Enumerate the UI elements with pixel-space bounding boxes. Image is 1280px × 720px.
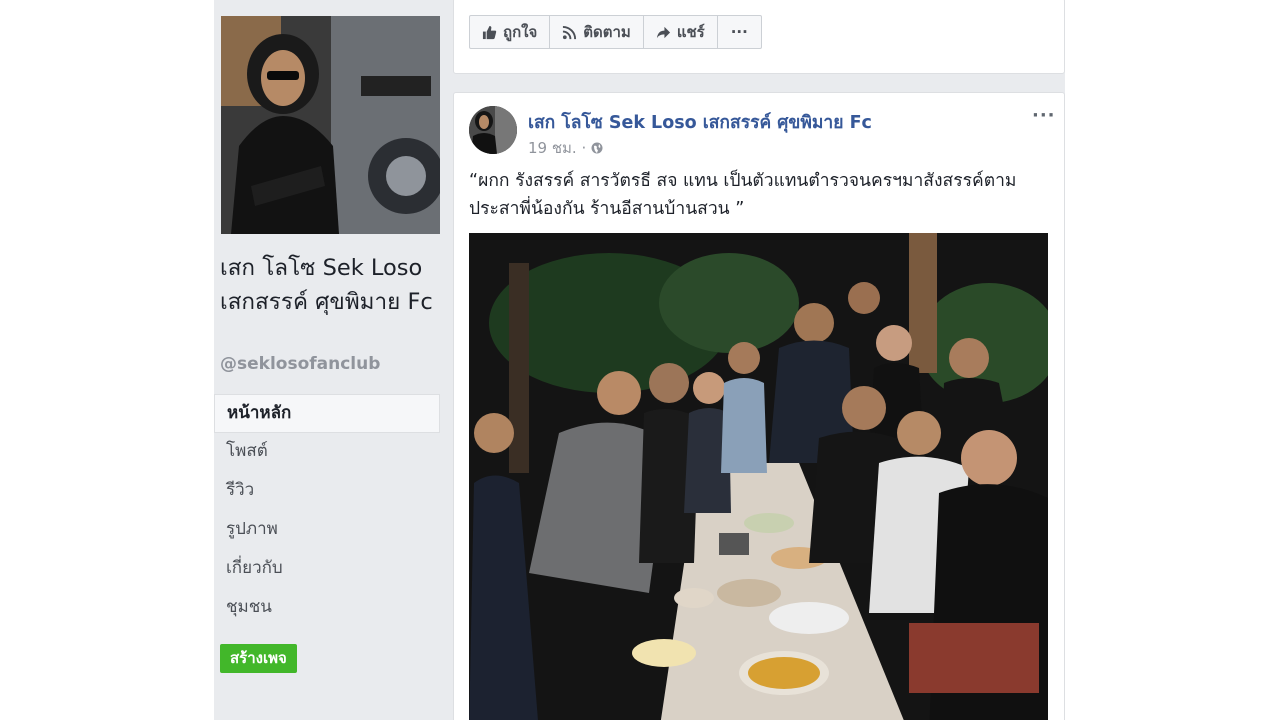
nav-item-posts[interactable]: โพสต์ — [214, 433, 440, 472]
globe-icon — [591, 142, 603, 154]
post-author-name[interactable]: เสก โลโซ Sek Loso เสกสรรค์ ศุขพิมาย Fc — [528, 108, 872, 136]
page-profile-photo[interactable] — [221, 16, 440, 234]
share-label: แชร์ — [676, 23, 705, 41]
follow-label: ติดตาม — [583, 23, 631, 41]
post-options-icon[interactable]: ··· — [1032, 105, 1056, 126]
page-username[interactable]: @seklosofanclub — [220, 354, 380, 374]
post-photo[interactable] — [469, 233, 1048, 720]
profile-photo-image — [221, 16, 440, 234]
avatar-image — [469, 106, 517, 154]
nav-item-reviews[interactable]: รีวิว — [214, 472, 440, 511]
nav-item-community[interactable]: ชุมชน — [214, 589, 440, 628]
follow-button[interactable]: ติดตาม — [550, 16, 644, 48]
page-actions-card: ถูกใจ ติดตาม แชร์ ··· — [453, 0, 1065, 74]
post-meta: 19 ชม. · — [528, 136, 603, 160]
rss-follow-icon — [563, 25, 577, 39]
share-arrow-icon — [656, 26, 670, 38]
nav-item-photos[interactable]: รูปภาพ — [214, 511, 440, 550]
more-icon: ··· — [730, 23, 748, 41]
facebook-page: เสก โลโซ Sek Loso เสกสรรค์ ศุขพิมาย Fc @… — [214, 0, 1065, 720]
page-action-bar: ถูกใจ ติดตาม แชร์ ··· — [469, 15, 762, 49]
more-options-button[interactable]: ··· — [718, 16, 761, 48]
create-page-button[interactable]: สร้างเพจ — [220, 644, 297, 673]
post-text: “ผกก รังสรรค์ สารวัตรธี สจ แทน เป็นตัวแท… — [469, 171, 1017, 219]
page-title[interactable]: เสก โลโซ Sek Loso เสกสรรค์ ศุขพิมาย Fc — [220, 252, 440, 319]
feed-post: เสก โลโซ Sek Loso เสกสรรค์ ศุขพิมาย Fc 1… — [453, 92, 1065, 720]
nav-item-about[interactable]: เกี่ยวกับ — [214, 550, 440, 589]
like-button[interactable]: ถูกใจ — [470, 16, 551, 48]
like-label: ถูกใจ — [503, 23, 538, 41]
page-nav: หน้าหลัก โพสต์ รีวิว รูปภาพ เกี่ยวกับ ชุ… — [214, 394, 440, 628]
share-button[interactable]: แชร์ — [644, 16, 718, 48]
post-author-avatar[interactable] — [469, 106, 517, 154]
group-dinner-photo — [469, 233, 1048, 720]
nav-item-home[interactable]: หน้าหลัก — [214, 394, 440, 433]
thumbs-up-icon — [482, 25, 497, 39]
post-timestamp[interactable]: 19 ชม. · — [528, 136, 586, 160]
